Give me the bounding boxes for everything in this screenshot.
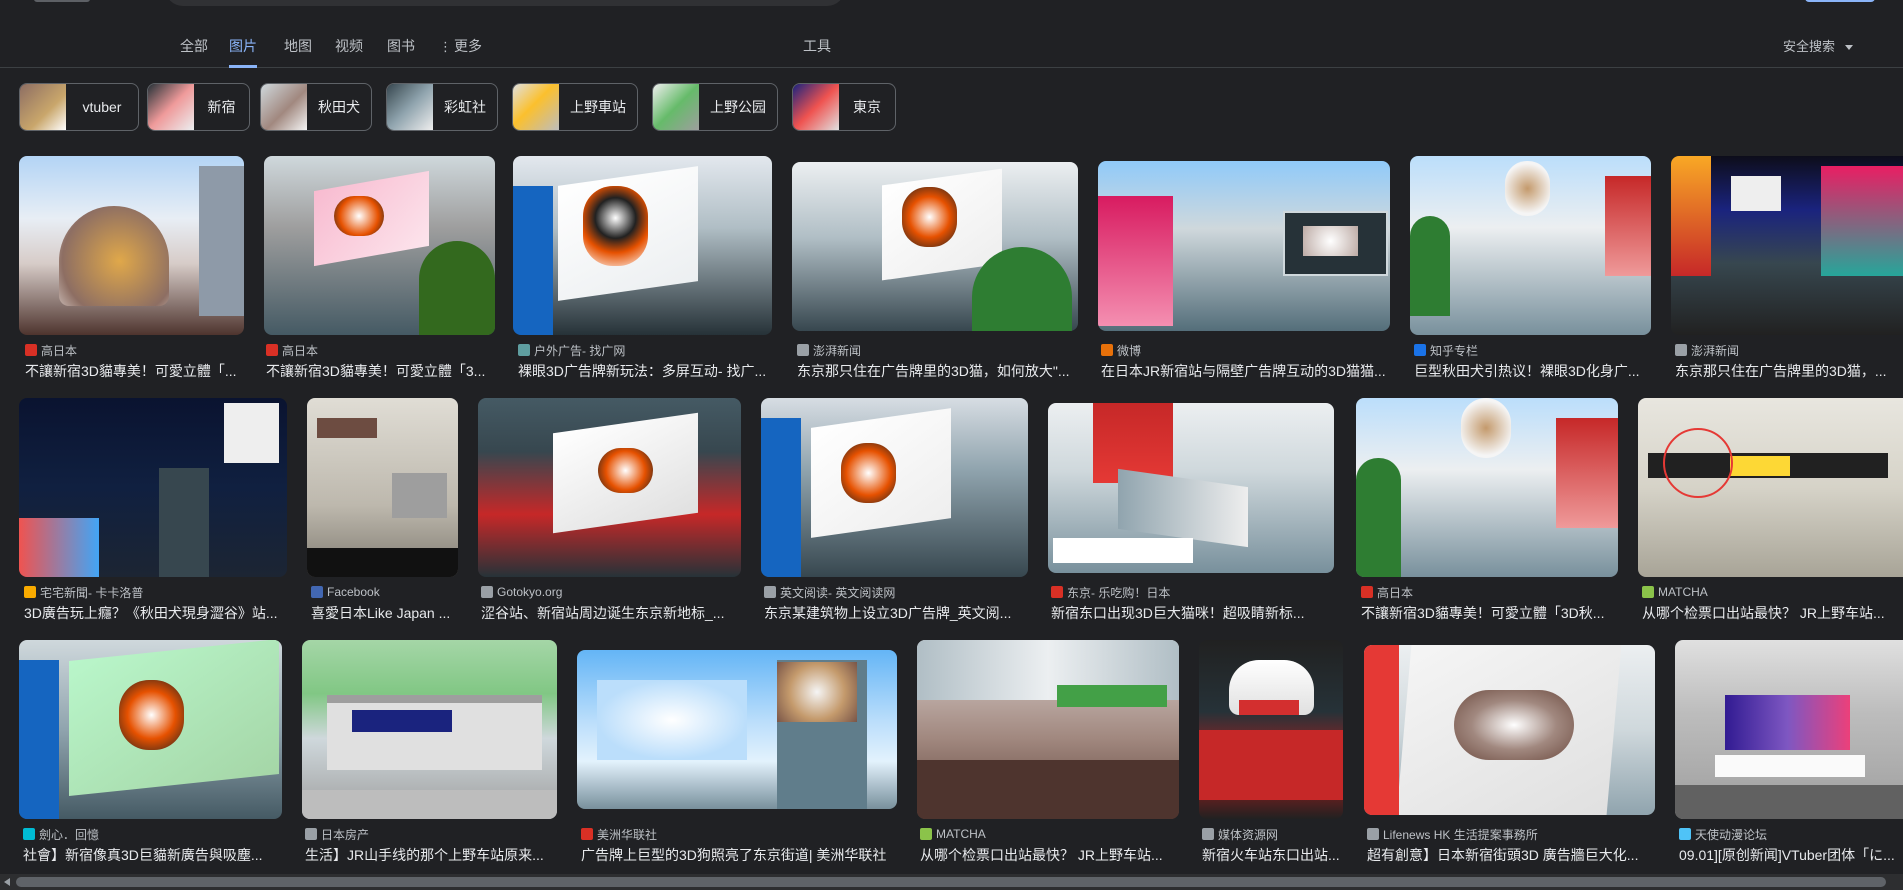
- result-meta[interactable]: 日本房产 生活】JR山手线的那个上野车站原来...: [305, 826, 557, 865]
- image-result[interactable]: [792, 162, 1078, 331]
- chip[interactable]: 上野車站: [512, 83, 638, 131]
- tab-videos[interactable]: 视频: [335, 36, 363, 68]
- search-type-nav: 全部 图片 地图 视频 图书 ⋮ 更多 工具 安全搜索: [0, 28, 1903, 68]
- search-box[interactable]: [165, 0, 845, 6]
- image-result[interactable]: [1356, 398, 1618, 577]
- result-meta[interactable]: Lifenews HK 生活提案事務所 超有創意】日本新宿街頭3D 廣告牆巨大化.…: [1367, 826, 1655, 865]
- tab-more[interactable]: ⋮ 更多: [439, 36, 482, 68]
- result-meta[interactable]: 宅宅新聞- 卡卡洛普 3D廣告玩上癮？《秋田犬現身澀谷》站...: [24, 584, 287, 623]
- image-result[interactable]: [302, 640, 557, 819]
- favicon-icon: [1642, 586, 1654, 598]
- caret-down-icon: [1845, 45, 1854, 51]
- favicon-icon: [311, 586, 323, 598]
- image-result[interactable]: [917, 640, 1179, 819]
- chip-thumbnail: [513, 84, 559, 130]
- chip[interactable]: 上野公园: [652, 83, 778, 131]
- favicon-icon: [1202, 828, 1214, 840]
- tab-all[interactable]: 全部: [180, 36, 208, 68]
- favicon-icon: [1367, 828, 1379, 840]
- favicon-icon: [24, 586, 36, 598]
- image-result[interactable]: [1671, 156, 1903, 335]
- result-meta[interactable]: 英文阅读- 英文阅读网 东京某建筑物上设立3D广告牌_英文阅...: [764, 584, 1028, 623]
- chip-thumbnail: [261, 84, 307, 130]
- result-meta[interactable]: 户外广告- 找广网 裸眼3D广告牌新玩法：多屏互动- 找广...: [518, 342, 772, 381]
- chip[interactable]: 彩虹社: [386, 83, 498, 131]
- scrollbar-thumb[interactable]: [16, 877, 1886, 887]
- result-meta[interactable]: 美洲华联社 广告牌上巨型的3D狗照亮了东京街道| 美洲华联社: [581, 826, 897, 865]
- favicon-icon: [1361, 586, 1373, 598]
- image-result[interactable]: [19, 398, 287, 577]
- favicon-icon: [797, 344, 809, 356]
- chip-thumbnail: [387, 84, 433, 130]
- chip-thumbnail: [20, 84, 66, 130]
- image-result[interactable]: [1098, 161, 1390, 331]
- result-meta[interactable]: 高日本 不讓新宿3D貓專美！可愛立體「3...: [266, 342, 492, 381]
- tab-maps[interactable]: 地图: [284, 36, 312, 68]
- favicon-icon: [266, 344, 278, 356]
- result-meta[interactable]: 高日本 不讓新宿3D貓專美！可愛立體「...: [25, 342, 240, 381]
- image-result[interactable]: [513, 156, 772, 335]
- image-result[interactable]: [1048, 403, 1334, 573]
- image-result[interactable]: [1675, 640, 1903, 819]
- result-meta[interactable]: 高日本 不讓新宿3D貓專美！可愛立體「3D秋...: [1361, 584, 1618, 623]
- result-meta[interactable]: 劍心．回憶 社會】新宿像真3D巨貓新廣告與吸塵...: [23, 826, 282, 865]
- chip[interactable]: 秋田犬: [260, 83, 372, 131]
- favicon-icon: [581, 828, 593, 840]
- image-result[interactable]: [1410, 156, 1651, 335]
- chip-thumbnail: [653, 84, 699, 130]
- favicon-icon: [1051, 586, 1063, 598]
- sign-in-button[interactable]: [1805, 0, 1875, 2]
- chip[interactable]: 東京: [792, 83, 896, 131]
- chip-thumbnail: [793, 84, 839, 130]
- image-result[interactable]: [1199, 640, 1343, 819]
- image-result[interactable]: [307, 398, 458, 577]
- image-result[interactable]: [761, 398, 1028, 577]
- image-result[interactable]: [1638, 398, 1903, 577]
- result-meta[interactable]: Gotokyo.org 涩谷站、新宿站周边诞生东京新地标_...: [481, 584, 741, 623]
- result-meta[interactable]: 澎湃新闻 东京那只住在广告牌里的3D猫，...: [1675, 342, 1903, 381]
- chip[interactable]: vtuber: [19, 83, 139, 131]
- favicon-icon: [518, 344, 530, 356]
- chip-thumbnail: [148, 84, 194, 130]
- favicon-icon: [764, 586, 776, 598]
- result-meta[interactable]: 微博 在日本JR新宿站与隔壁广告牌互动的3D猫猫...: [1101, 342, 1390, 381]
- tab-images[interactable]: 图片: [229, 36, 257, 68]
- image-result[interactable]: [19, 156, 244, 335]
- favicon-icon: [1101, 344, 1113, 356]
- result-meta[interactable]: MATCHA 从哪个检票口出站最快？ JR上野车站...: [1642, 584, 1903, 623]
- image-result[interactable]: [478, 398, 741, 577]
- favicon-icon: [481, 586, 493, 598]
- favicon-icon: [1679, 828, 1691, 840]
- result-meta[interactable]: 澎湃新闻 东京那只住在广告牌里的3D猫，如何放大"...: [797, 342, 1078, 381]
- result-meta[interactable]: 天使动漫论坛 09.01][原创新闻]VTuber团体「に...: [1679, 826, 1903, 865]
- more-vert-icon: ⋮: [439, 39, 452, 54]
- scroll-left-arrow-icon[interactable]: [4, 878, 10, 886]
- favicon-icon: [23, 828, 35, 840]
- result-meta[interactable]: 媒体资源网 新宿火车站东口出站...: [1202, 826, 1343, 865]
- favicon-icon: [1675, 344, 1687, 356]
- favicon-icon: [1414, 344, 1426, 356]
- favicon-icon: [920, 828, 932, 840]
- image-result[interactable]: [577, 650, 897, 809]
- result-meta[interactable]: 东京- 乐吃购！日本 新宿东口出现3D巨大猫咪！超吸睛新标...: [1051, 584, 1334, 623]
- result-meta[interactable]: MATCHA 从哪个检票口出站最快？ JR上野车站...: [920, 826, 1179, 865]
- chip[interactable]: 新宿: [147, 83, 250, 131]
- result-meta[interactable]: Facebook 喜愛日本Like Japan ...: [311, 584, 458, 623]
- result-meta[interactable]: 知乎专栏 巨型秋田犬引热议！裸眼3D化身广...: [1414, 342, 1651, 381]
- tools-button[interactable]: 工具: [803, 36, 831, 56]
- image-result[interactable]: [19, 640, 282, 819]
- google-logo[interactable]: [34, 0, 90, 2]
- favicon-icon: [25, 344, 37, 356]
- safe-search-dropdown[interactable]: 安全搜索: [1783, 36, 1854, 55]
- horizontal-scrollbar[interactable]: [0, 874, 1903, 890]
- favicon-icon: [305, 828, 317, 840]
- image-result[interactable]: [264, 156, 495, 335]
- tab-books[interactable]: 图书: [387, 36, 415, 68]
- image-result[interactable]: [1364, 645, 1655, 815]
